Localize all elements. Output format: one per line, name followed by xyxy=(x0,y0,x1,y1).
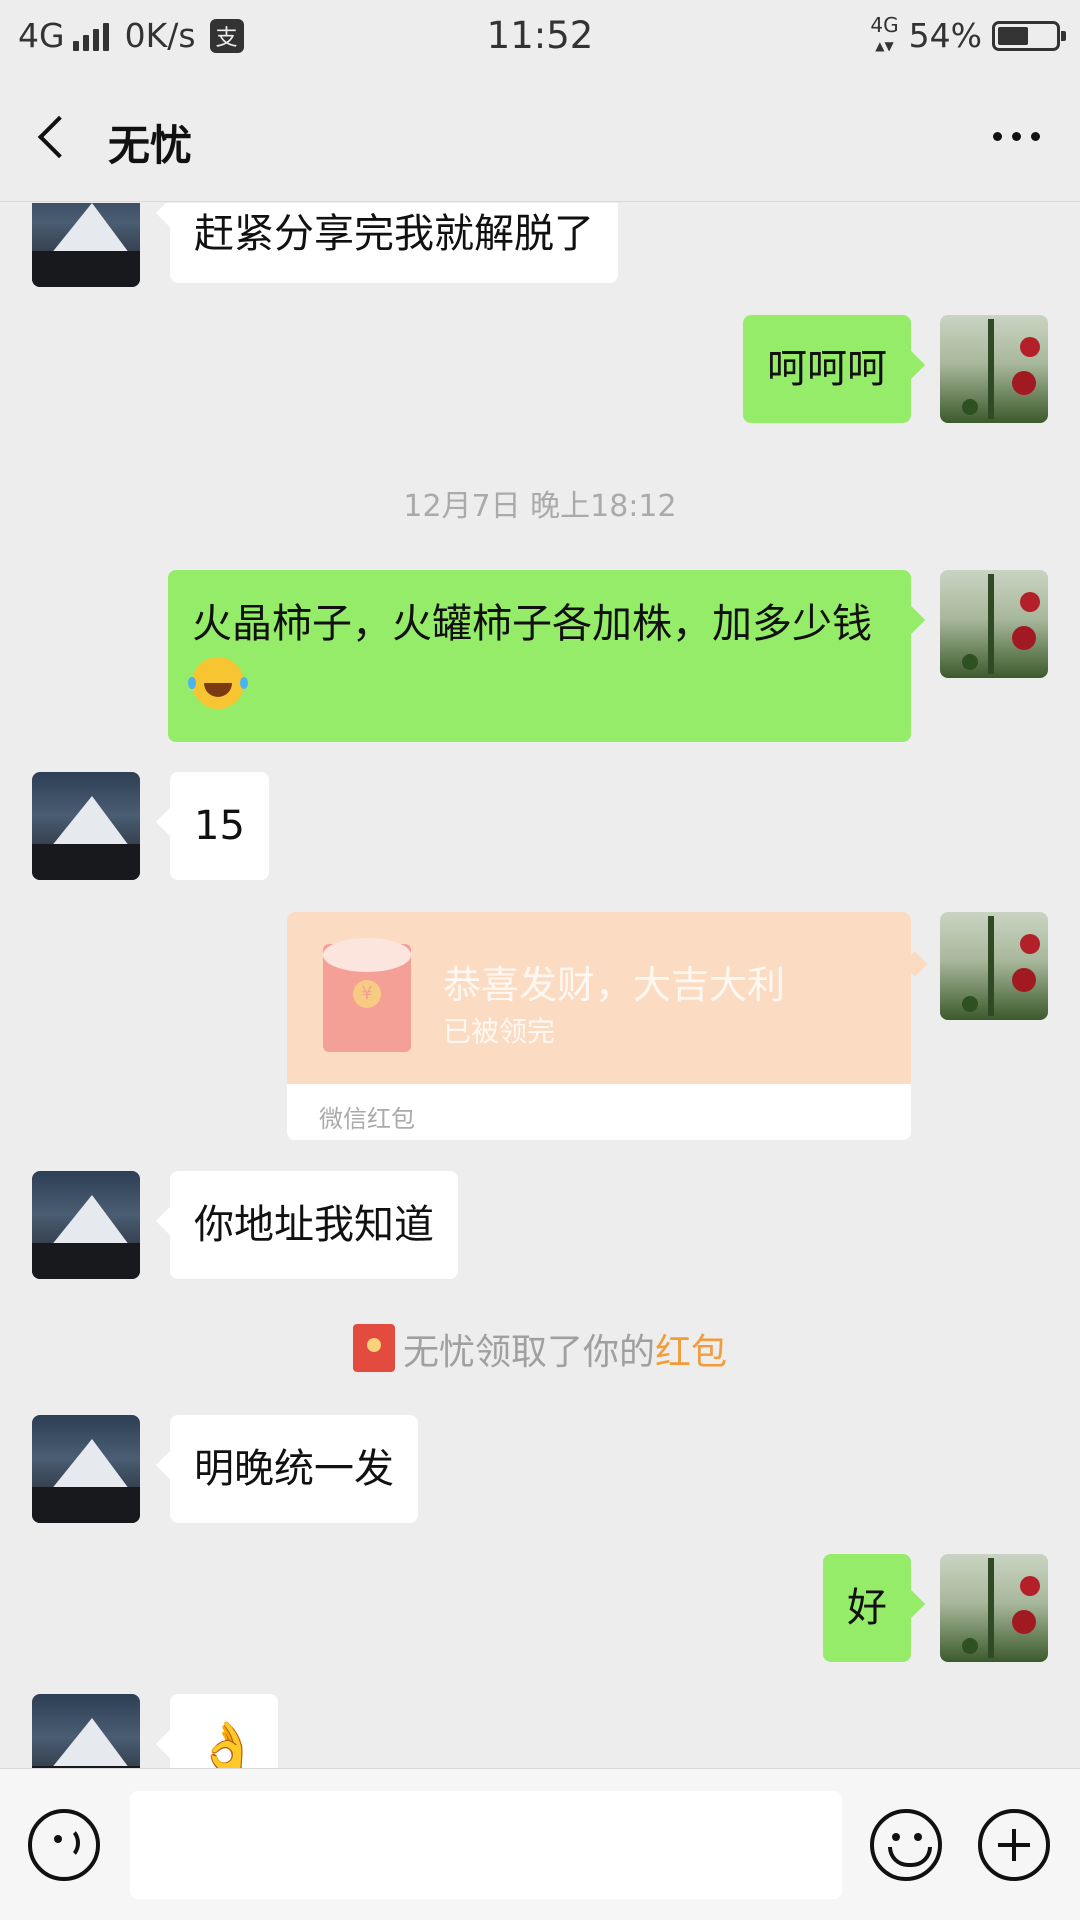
laughing-tears-emoji-icon xyxy=(188,657,244,709)
message-bubble-sent[interactable]: 火晶柿子，火罐柿子各加株，加多少钱 xyxy=(168,570,911,742)
battery-icon xyxy=(992,20,1066,51)
system-message-text: 无忧领取了你的 xyxy=(402,1332,655,1373)
network-type-icon: 4G ▲▼ xyxy=(870,13,899,53)
status-bar: 4G 0K/s 支 11:52 4G ▲▼ 54% xyxy=(0,0,1080,72)
chat-header: 无忧 xyxy=(0,72,1080,202)
battery-fill xyxy=(998,26,1029,45)
message-bubble-received[interactable]: 你地址我知道 xyxy=(170,1171,458,1279)
more-dot xyxy=(1012,132,1021,141)
my-avatar[interactable] xyxy=(940,1554,1048,1662)
more-dots-icon xyxy=(993,132,1002,141)
message-list[interactable]: 赶紧分享完我就解脱了 呵呵呵 12月7日 晚上18:12 火晶柿子，火罐柿子各加… xyxy=(0,203,1080,1768)
more-dot xyxy=(1031,132,1040,141)
contact-avatar[interactable] xyxy=(32,1694,140,1768)
red-packet-link[interactable]: 红包 xyxy=(655,1332,727,1373)
red-packet-small-icon xyxy=(352,1324,395,1372)
back-button[interactable] xyxy=(30,110,80,166)
red-packet-title: 恭喜发财，大吉大利 xyxy=(443,963,786,1007)
status-right: 4G ▲▼ 54% xyxy=(870,13,1066,55)
more-options-button[interactable] xyxy=(993,132,1040,141)
message-bubble-received[interactable]: 15 xyxy=(170,772,269,880)
system-message: 无忧领取了你的红包 xyxy=(0,1323,1080,1375)
voice-icon[interactable] xyxy=(28,1809,100,1881)
my-avatar[interactable] xyxy=(940,912,1048,1020)
message-bubble-sent[interactable]: 好 xyxy=(823,1554,911,1662)
network-type-label: 4G xyxy=(870,13,899,37)
ok-hand-emoji-icon: 👌 xyxy=(196,1719,259,1768)
my-avatar[interactable] xyxy=(940,315,1048,423)
contact-avatar[interactable] xyxy=(32,1171,140,1279)
input-bar xyxy=(0,1768,1080,1920)
red-packet-footer: 微信红包 xyxy=(319,1105,415,1133)
red-packet-status: 已被领完 xyxy=(443,1015,556,1048)
message-bubble-received[interactable]: 👌 xyxy=(170,1694,278,1768)
message-timestamp: 12月7日 晚上18:12 xyxy=(403,489,677,524)
message-text: 火晶柿子，火罐柿子各加株，加多少钱 xyxy=(192,601,872,647)
plus-icon[interactable] xyxy=(978,1809,1050,1881)
contact-avatar[interactable] xyxy=(32,203,140,287)
contact-avatar[interactable] xyxy=(32,772,140,880)
my-avatar[interactable] xyxy=(940,570,1048,678)
emoji-icon[interactable] xyxy=(870,1809,942,1881)
message-bubble-received[interactable]: 赶紧分享完我就解脱了 xyxy=(170,203,618,283)
battery-percent: 54% xyxy=(908,16,982,55)
red-packet-icon xyxy=(323,938,411,1052)
message-bubble-sent[interactable]: 呵呵呵 xyxy=(743,315,911,423)
contact-avatar[interactable] xyxy=(32,1415,140,1523)
chat-title: 无忧 xyxy=(108,121,193,170)
message-input[interactable] xyxy=(130,1791,842,1899)
message-bubble-received[interactable]: 明晚统一发 xyxy=(170,1415,418,1523)
red-packet-card[interactable]: 恭喜发财，大吉大利 已被领完 微信红包 xyxy=(287,912,911,1140)
red-packet-body: 恭喜发财，大吉大利 已被领完 xyxy=(287,912,911,1084)
